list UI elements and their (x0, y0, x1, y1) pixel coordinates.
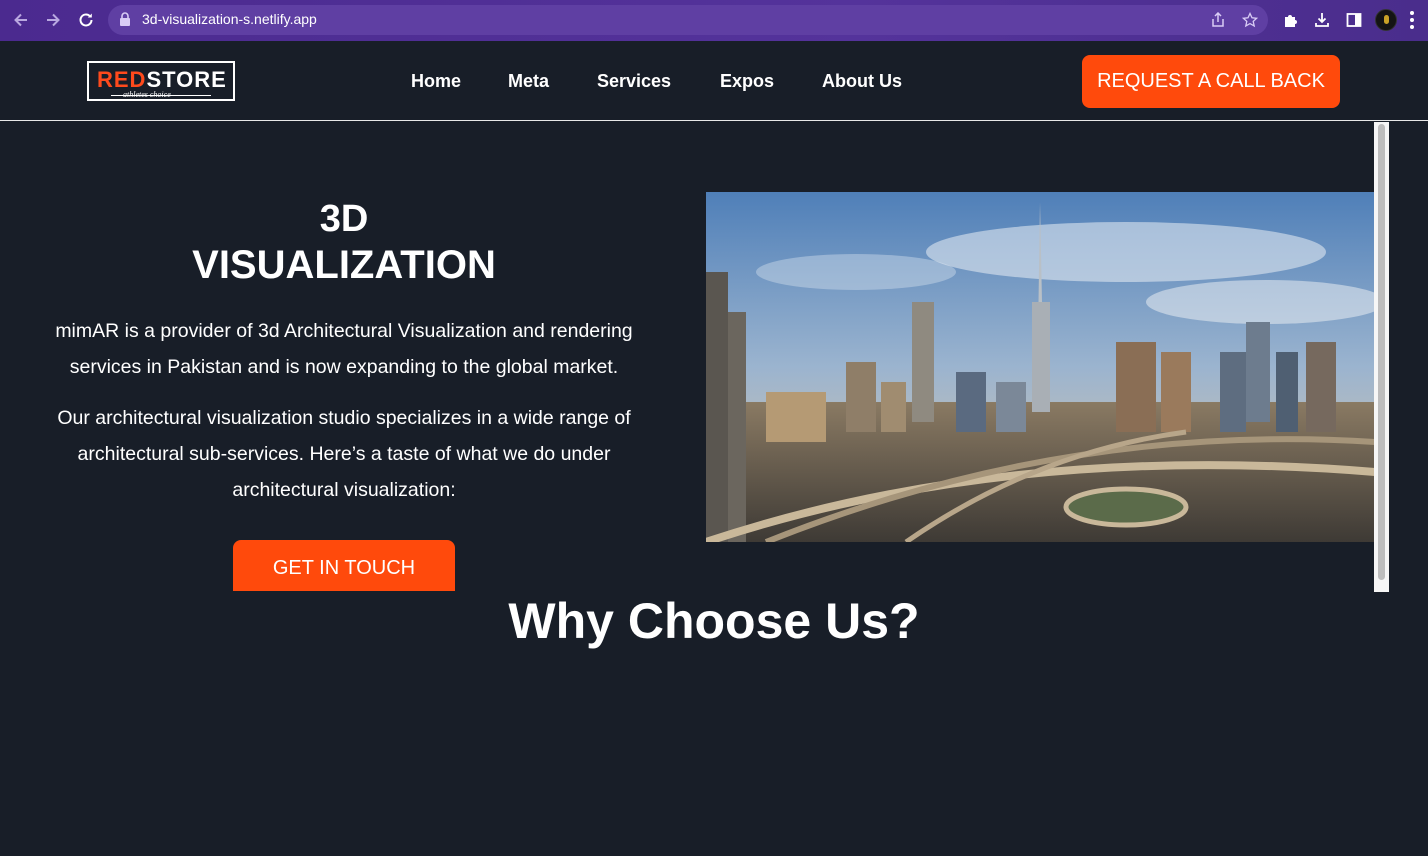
back-arrow-icon[interactable] (10, 9, 32, 31)
nav-about-us[interactable]: About Us (822, 71, 902, 92)
request-call-back-button[interactable]: REQUEST A CALL BACK (1082, 55, 1340, 108)
get-in-touch-button[interactable]: GET IN TOUCH (233, 540, 455, 591)
browser-toolbar: 3d-visualization-s.netlify.app (0, 0, 1428, 41)
nav-expos[interactable]: Expos (720, 71, 774, 92)
city-skyline-image (706, 192, 1375, 542)
nav-home[interactable]: Home (411, 71, 461, 92)
hero-title-line2: VISUALIZATION (192, 243, 496, 287)
hero-paragraph-2: Our architectural visualization studio s… (57, 407, 631, 501)
url-text: 3d-visualization-s.netlify.app (142, 11, 317, 27)
star-icon[interactable] (1239, 9, 1261, 31)
logo-tagline: athletes choice (123, 90, 171, 99)
scrollbar[interactable] (1374, 122, 1389, 592)
hero-paragraph-1: mimAR is a provider of 3d Architectural … (55, 320, 633, 378)
reload-icon[interactable] (75, 9, 97, 31)
nav-services[interactable]: Services (597, 71, 671, 92)
scrollbar-thumb[interactable] (1378, 124, 1385, 580)
lock-icon (119, 12, 131, 31)
forward-arrow-icon[interactable] (42, 9, 64, 31)
profile-avatar[interactable] (1375, 9, 1397, 31)
logo[interactable]: REDSTORE athletes choice (87, 61, 235, 101)
hero-title: 3D VISUALIZATION (44, 196, 644, 288)
site-header: REDSTORE athletes choice Home Meta Servi… (0, 41, 1428, 121)
sidebar-icon[interactable] (1343, 9, 1365, 31)
download-icon[interactable] (1311, 9, 1333, 31)
hero-title-line1: 3D (319, 198, 369, 240)
why-choose-us-heading: Why Choose Us? (508, 593, 920, 649)
menu-icon[interactable] (1410, 11, 1414, 29)
extensions-icon[interactable] (1279, 9, 1301, 31)
share-icon[interactable] (1207, 9, 1229, 31)
nav-meta[interactable]: Meta (508, 71, 549, 92)
